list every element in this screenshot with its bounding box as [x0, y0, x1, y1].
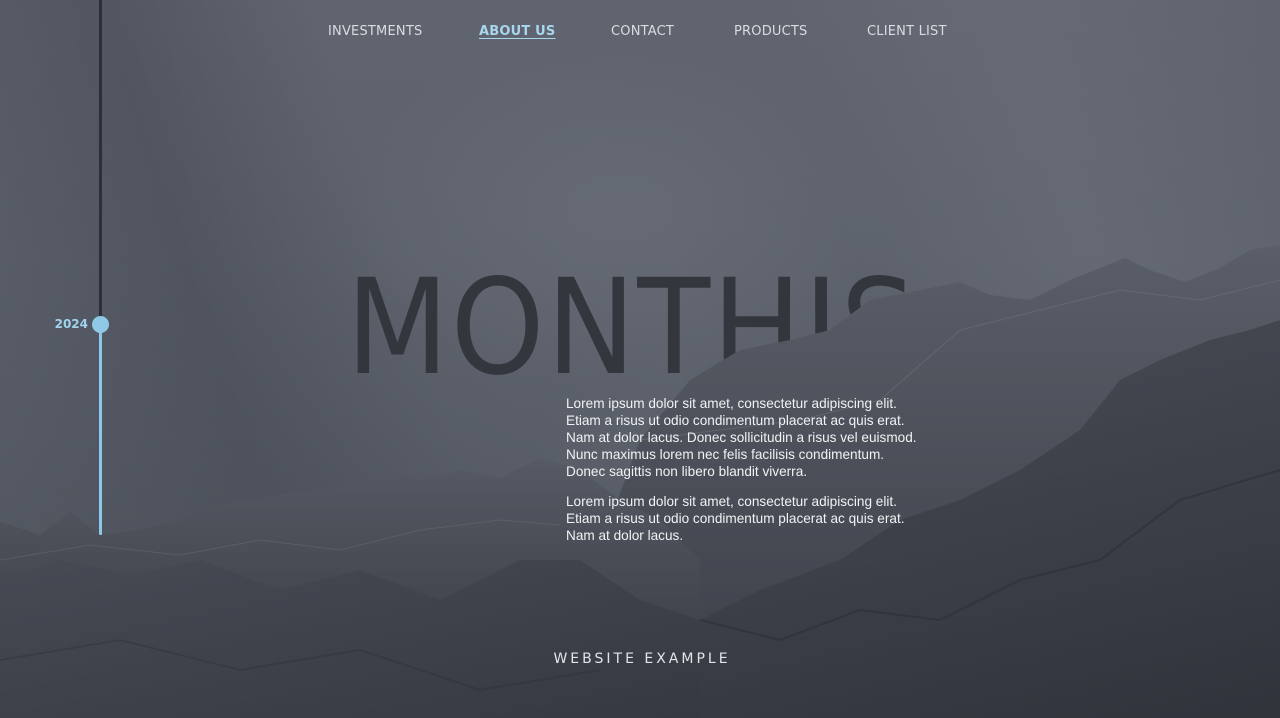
- text-line: Nam at dolor lacus.: [566, 528, 684, 543]
- about-paragraph-1: Lorem ipsum dolor sit amet, consectetur …: [566, 395, 946, 480]
- text-line: Etiam a risus ut odio condimentum placer…: [566, 511, 905, 526]
- text-line: Donec sagittis non libero blandit viverr…: [566, 464, 808, 479]
- text-line: Lorem ipsum dolor sit amet, consectetur …: [566, 396, 897, 411]
- footer-label: WEBSITE EXAMPLE: [553, 651, 731, 667]
- about-paragraph-2: Lorem ipsum dolor sit amet, consectetur …: [566, 493, 946, 544]
- text-line: Etiam a risus ut odio condimentum placer…: [566, 413, 905, 428]
- page: INVESTMENTS ABOUT US CONTACT PRODUCTS CL…: [0, 0, 1280, 718]
- text-line: Lorem ipsum dolor sit amet, consectetur …: [566, 494, 897, 509]
- text-line: Nunc maximus lorem nec felis facilisis c…: [566, 447, 885, 462]
- about-text: Lorem ipsum dolor sit amet, consectetur …: [566, 395, 946, 557]
- text-line: Nam at dolor lacus. Donec sollicitudin a…: [566, 430, 917, 445]
- mountain-range-image: [0, 245, 1280, 718]
